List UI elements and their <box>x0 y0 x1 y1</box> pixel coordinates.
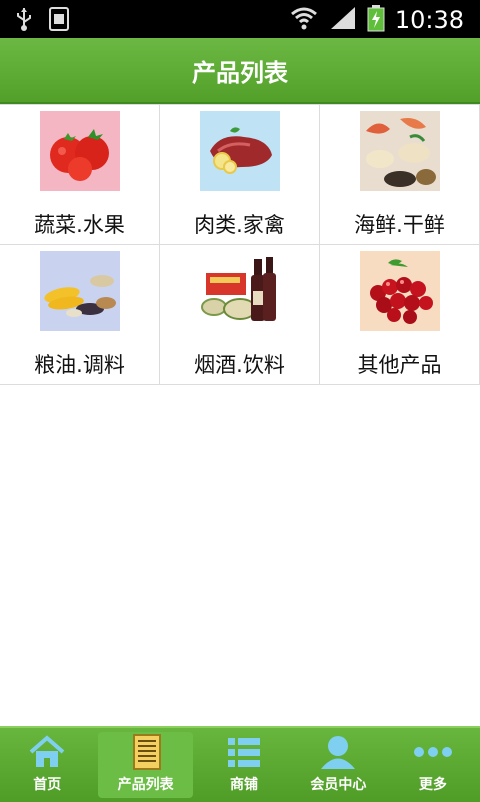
cherry-image <box>360 251 440 331</box>
tomato-image <box>40 111 120 191</box>
category-label: 粮油.调料 <box>34 353 125 377</box>
wifi-icon <box>289 5 319 35</box>
sim-icon <box>48 6 72 36</box>
wine-tea-image <box>200 251 280 331</box>
tab-label: 商铺 <box>230 777 259 793</box>
category-meat-poultry[interactable]: 肉类.家禽 <box>160 105 320 245</box>
list-icon <box>224 734 264 770</box>
status-time: 10:38 <box>394 6 464 34</box>
tab-product-list[interactable]: 产品列表 <box>98 732 193 798</box>
category-vegetables-fruit[interactable]: 蔬菜.水果 <box>0 105 160 245</box>
meat-image <box>200 111 280 191</box>
tab-label: 产品列表 <box>117 777 174 793</box>
tab-more[interactable]: 更多 <box>386 728 480 802</box>
tab-shops[interactable]: 商铺 <box>197 728 291 802</box>
category-label: 蔬菜.水果 <box>34 213 125 237</box>
more-dots-icon <box>413 734 453 770</box>
document-list-icon <box>126 734 166 770</box>
category-label: 烟酒.饮料 <box>194 353 285 377</box>
title-bar: 产品列表 <box>0 38 480 104</box>
tab-home[interactable]: 首页 <box>0 728 94 802</box>
category-other-products[interactable]: 其他产品 <box>320 245 480 385</box>
signal-icon <box>329 5 357 35</box>
bottom-tab-bar: 首页 产品列表 商铺 会员中心 更多 <box>0 726 480 802</box>
usb-icon <box>14 6 34 36</box>
home-icon <box>27 734 67 770</box>
grain-image <box>40 251 120 331</box>
user-icon <box>318 734 358 770</box>
tab-label: 会员中心 <box>310 777 367 793</box>
tab-label: 首页 <box>33 777 62 793</box>
category-tobacco-wine[interactable]: 烟酒.饮料 <box>160 245 320 385</box>
category-label: 肉类.家禽 <box>194 213 285 237</box>
category-grain-oil[interactable]: 粮油.调料 <box>0 245 160 385</box>
status-bar: 10:38 <box>0 0 480 38</box>
page-title: 产品列表 <box>192 58 288 87</box>
tab-member-center[interactable]: 会员中心 <box>291 728 385 802</box>
category-grid: 蔬菜.水果 肉类.家禽 海鲜.干鲜 粮油.调料 烟酒.饮料 其他产品 <box>0 104 480 385</box>
battery-charging-icon <box>367 4 385 36</box>
tab-label: 更多 <box>418 777 447 793</box>
seafood-image <box>360 111 440 191</box>
category-label: 海鲜.干鲜 <box>354 213 445 237</box>
category-seafood-dried[interactable]: 海鲜.干鲜 <box>320 105 480 245</box>
category-label: 其他产品 <box>357 353 442 377</box>
